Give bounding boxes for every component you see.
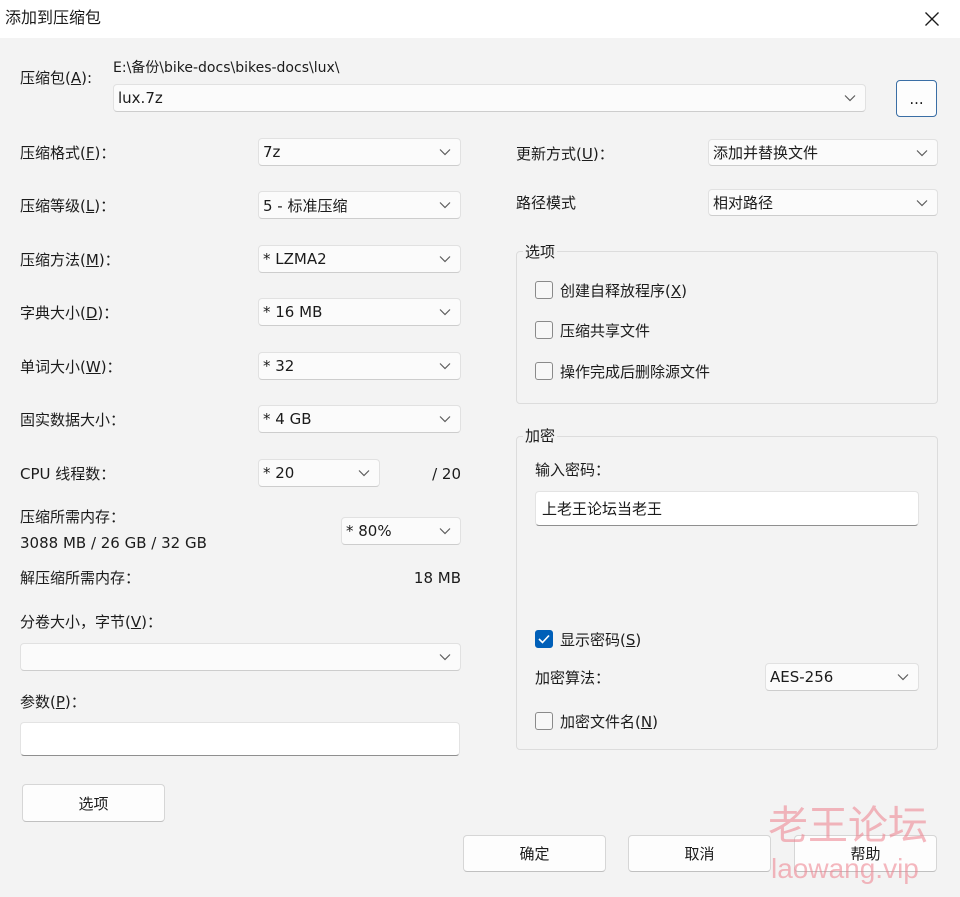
level-label: 压缩等级(L)： <box>20 197 116 215</box>
solid-block-label: 固实数据大小： <box>20 411 126 429</box>
ok-button[interactable]: 确定 <box>463 835 606 872</box>
chevron-down-icon <box>897 674 909 681</box>
update-mode-label: 更新方式(U)： <box>516 145 614 163</box>
method-value: * LZMA2 <box>263 250 327 268</box>
dictionary-value: * 16 MB <box>263 303 323 321</box>
checkbox-box <box>535 281 553 299</box>
chevron-down-icon <box>439 528 451 535</box>
checkbox-box <box>535 712 553 730</box>
level-value: 5 - 标准压缩 <box>263 196 348 215</box>
checkbox-show-password[interactable]: 显示密码(S) <box>535 629 641 649</box>
chevron-down-icon <box>439 309 451 316</box>
chevron-down-icon <box>844 95 856 102</box>
memory-usage: 3088 MB / 26 GB / 32 GB <box>20 534 207 552</box>
encryption-method-combo[interactable]: AES-256 <box>765 663 919 691</box>
checkbox-encrypt-names[interactable]: 加密文件名(N) <box>535 711 658 731</box>
watermark-text: 老王论坛 <box>768 803 928 849</box>
solid-block-value: * 4 GB <box>263 410 312 428</box>
chevron-down-icon <box>439 256 451 263</box>
word-size-label: 单词大小(W)： <box>20 358 122 376</box>
threads-label: CPU 线程数： <box>20 465 116 483</box>
encryption-group <box>516 436 938 750</box>
encryption-method-label: 加密算法： <box>535 669 611 687</box>
format-label: 压缩格式(F)： <box>20 144 116 162</box>
cancel-button[interactable]: 取消 <box>628 835 771 872</box>
chevron-down-icon <box>916 149 928 156</box>
solid-block-combo[interactable]: * 4 GB <box>258 405 461 433</box>
format-combo[interactable]: 7z <box>258 138 461 166</box>
chevron-down-icon <box>439 202 451 209</box>
volume-label: 分卷大小，字节(V)： <box>20 613 162 631</box>
browse-button[interactable]: ... <box>896 80 937 117</box>
checkbox-box <box>535 321 553 339</box>
archive-label: 压缩包(A): <box>20 69 93 87</box>
decompress-memory-label: 解压缩所需内存： <box>20 569 141 587</box>
dictionary-combo[interactable]: * 16 MB <box>258 298 461 326</box>
method-combo[interactable]: * LZMA2 <box>258 245 461 273</box>
options-button[interactable]: 选项 <box>22 784 165 822</box>
archive-name-combo[interactable]: lux.7z <box>113 84 866 112</box>
watermark-site: laowang.vip <box>771 853 919 884</box>
path-mode-combo[interactable]: 相对路径 <box>708 189 938 216</box>
update-mode-combo[interactable]: 添加并替换文件 <box>708 139 938 166</box>
checkbox-shared-files[interactable]: 压缩共享文件 <box>535 320 650 340</box>
chevron-down-icon <box>439 363 451 370</box>
level-combo[interactable]: 5 - 标准压缩 <box>258 191 461 219</box>
options-group-title: 选项 <box>523 242 558 262</box>
format-value: 7z <box>263 143 281 161</box>
window-title: 添加到压缩包 <box>5 8 102 27</box>
chevron-down-icon <box>439 416 451 423</box>
chevron-down-icon <box>358 470 370 477</box>
encryption-method-value: AES-256 <box>770 668 834 686</box>
volume-combo[interactable] <box>20 643 461 671</box>
checkbox-box <box>535 630 553 648</box>
close-icon <box>925 12 939 26</box>
word-size-combo[interactable]: * 32 <box>258 352 461 380</box>
word-size-value: * 32 <box>263 357 295 375</box>
chevron-down-icon <box>916 199 928 206</box>
memory-combo[interactable]: * 80% <box>341 517 461 545</box>
checkbox-label: 加密文件名(N) <box>560 712 658 731</box>
threads-combo[interactable]: * 20 <box>258 459 380 487</box>
title-bar[interactable]: 添加到压缩包 <box>0 0 960 38</box>
archive-name-value: lux.7z <box>118 89 163 107</box>
dictionary-label: 字典大小(D)： <box>20 304 119 322</box>
method-label: 压缩方法(M)： <box>20 251 120 269</box>
threads-max: / 20 <box>432 465 461 483</box>
checkbox-delete-after[interactable]: 操作完成后删除源文件 <box>535 361 710 381</box>
checkbox-label: 创建自释放程序(X) <box>560 281 687 300</box>
checkbox-label: 压缩共享文件 <box>560 321 651 340</box>
close-button[interactable] <box>916 4 948 34</box>
checkbox-label: 操作完成后删除源文件 <box>560 362 711 381</box>
chevron-down-icon <box>439 149 451 156</box>
decompress-memory-value: 18 MB <box>413 569 461 587</box>
update-mode-value: 添加并替换文件 <box>713 144 819 162</box>
checkbox-label: 显示密码(S) <box>560 630 642 649</box>
checkbox-create-sfx[interactable]: 创建自释放程序(X) <box>535 280 687 300</box>
password-label: 输入密码： <box>535 461 611 479</box>
archive-path: E:\备份\bike-docs\bikes-docs\lux\ <box>113 60 340 76</box>
password-input[interactable] <box>535 491 919 526</box>
memory-label: 压缩所需内存： <box>20 508 126 526</box>
params-input[interactable] <box>20 722 460 756</box>
memory-value: * 80% <box>346 522 392 540</box>
path-mode-label: 路径模式 <box>516 194 577 212</box>
encryption-group-title: 加密 <box>523 426 558 446</box>
checkbox-box <box>535 362 553 380</box>
params-label: 参数(P)： <box>20 693 86 711</box>
threads-value: * 20 <box>263 464 295 482</box>
path-mode-value: 相对路径 <box>713 194 774 212</box>
chevron-down-icon <box>439 654 451 661</box>
checkmark-icon <box>538 634 550 644</box>
